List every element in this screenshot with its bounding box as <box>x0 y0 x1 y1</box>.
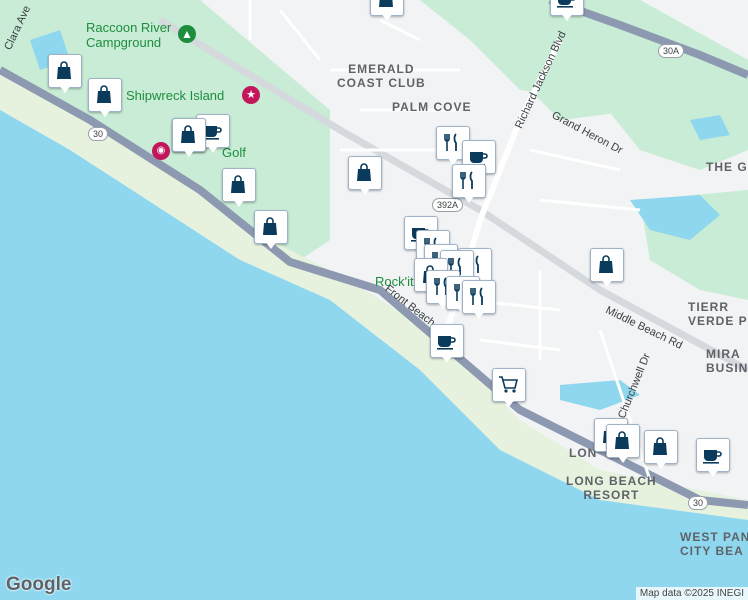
route-shield-30: 30 <box>688 496 709 510</box>
area-label-west-panama-city-beach: WEST PAN CITY BEA <box>680 530 748 558</box>
shopping-bag-icon <box>263 217 277 235</box>
shopping-bag-icon <box>615 431 629 449</box>
map-marker-shopping-bag[interactable] <box>348 156 382 196</box>
coffee-cup-icon <box>703 450 722 464</box>
map-marker-shopping-bag[interactable] <box>48 54 82 94</box>
area-label-mira-business: MIRA BUSIN <box>706 347 748 375</box>
poi-label-raccoon-river-campground[interactable]: Raccoon River Campground <box>86 20 171 50</box>
map-marker-coffee-cup[interactable] <box>550 0 584 22</box>
shopping-bag-icon <box>653 437 667 455</box>
area-label-palm-cove: PALM COVE <box>392 100 472 114</box>
shopping-bag-icon <box>599 255 613 273</box>
map-marker-coffee-cup[interactable] <box>430 324 464 364</box>
shopping-bag-icon <box>57 61 71 79</box>
map-marker-shopping-cart[interactable] <box>492 368 526 408</box>
map-marker-shopping-bag[interactable] <box>590 248 624 288</box>
map-marker-shopping-bag[interactable] <box>172 118 206 158</box>
map-marker-shopping-bag[interactable] <box>254 210 288 250</box>
campground-icon: ▲ <box>178 25 196 43</box>
route-shield-30: 30 <box>88 127 109 141</box>
shopping-bag-icon <box>357 163 371 181</box>
route-shield-30a: 30A <box>658 44 685 58</box>
google-logo: Google <box>6 574 72 595</box>
shopping-bag-icon <box>379 0 393 7</box>
camera-icon: ◉ <box>152 142 170 160</box>
fork-knife-icon <box>444 133 457 151</box>
area-label-the-g: THE G <box>706 160 748 174</box>
map-marker-coffee-cup[interactable] <box>696 438 730 478</box>
coffee-cup-icon <box>437 336 456 350</box>
map-marker-fork-knife[interactable] <box>452 164 486 204</box>
area-label-tierra-verde: TIERR VERDE P <box>688 300 748 328</box>
map-marker-shopping-bag[interactable] <box>88 78 122 118</box>
map-marker-shopping-bag[interactable] <box>606 424 640 464</box>
map-attribution[interactable]: Map data ©2025 INEGI <box>635 587 748 600</box>
shopping-bag-icon <box>97 85 111 103</box>
map-marker-fork-knife[interactable] <box>462 280 496 320</box>
attraction-icon: ★ <box>242 86 260 104</box>
shopping-bag-icon <box>181 125 195 143</box>
fork-knife-icon <box>460 171 473 189</box>
poi-label-shipwreck-island[interactable]: Shipwreck Island <box>126 88 224 103</box>
map-marker-shopping-bag[interactable] <box>644 430 678 470</box>
map-marker-shopping-bag[interactable] <box>222 168 256 208</box>
fork-knife-icon <box>470 287 483 305</box>
shopping-bag-icon <box>231 175 245 193</box>
area-label-emerald-coast-club: EMERALD COAST CLUB <box>337 62 426 90</box>
coffee-cup-icon <box>557 0 575 8</box>
shopping-cart-icon <box>499 376 519 393</box>
map-marker-shopping-bag[interactable] <box>370 0 404 22</box>
map-canvas[interactable]: EMERALD COAST CLUB PALM COVE THE G TIERR V… <box>0 0 748 600</box>
area-label-long-beach-resort: LONG BEACH RESORT <box>566 474 657 502</box>
